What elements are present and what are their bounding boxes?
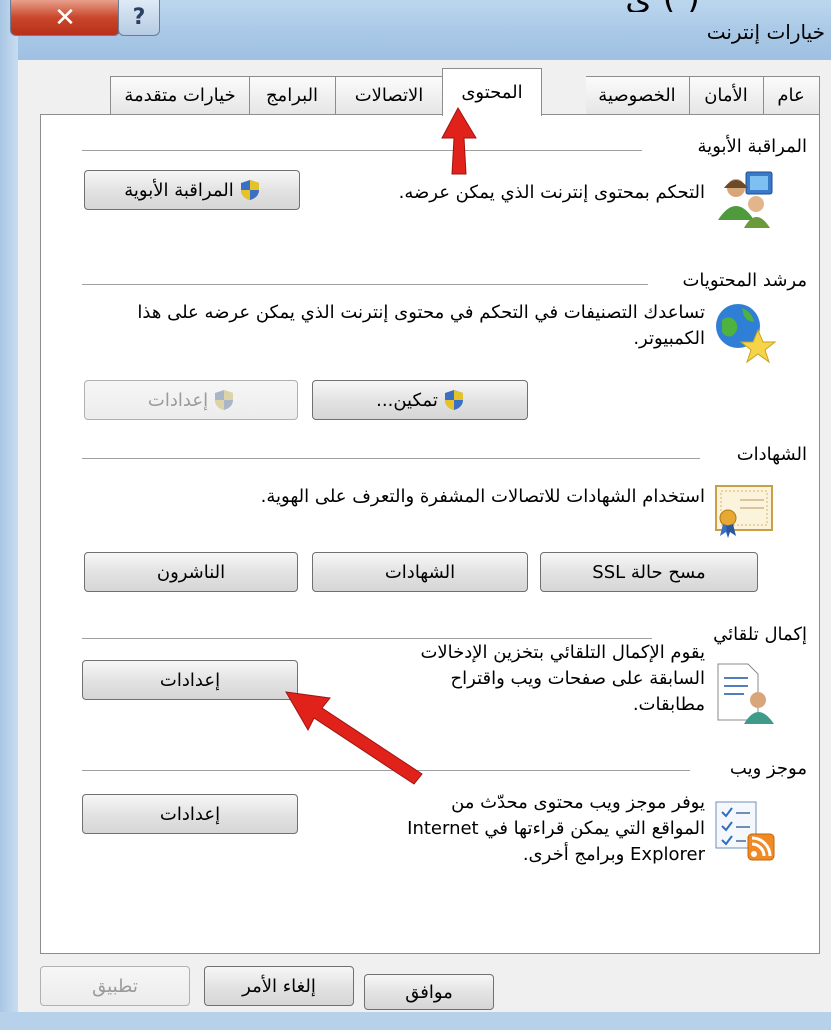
publishers-button[interactable]: الناشرون [84,552,298,592]
certificates-heading: الشهادات [736,444,807,465]
help-icon: ? [132,5,146,30]
certificates-separator [82,458,700,459]
certificates-button[interactable]: الشهادات [312,552,528,592]
parental-controls-button[interactable]: المراقبة الأبوية [84,170,300,210]
feeds-heading: موجز ويب [729,758,807,779]
ok-button[interactable]: موافق [364,974,494,1010]
advisor-separator [82,284,648,285]
feeds-description: يوفر موجز ويب محتوى محدّث من المواقع الت… [407,792,705,865]
certificate-icon [715,485,773,538]
window-frame-left [0,0,18,1030]
cancel-button[interactable]: إلغاء الأمر [204,966,354,1006]
window-frame-bottom [0,1012,831,1030]
help-button[interactable]: ? [118,0,160,36]
feeds-settings-button[interactable]: إعدادات [82,794,298,834]
clear-ssl-state-button[interactable]: مسح حالة SSL [540,552,758,592]
advisor-heading: مرشد المحتويات [682,270,807,291]
parental-separator [82,150,642,151]
parental-heading: المراقبة الأبوية [697,136,807,157]
autocomplete-heading: إكمال تلقائي [713,624,807,645]
tab-security[interactable]: الأمان [688,76,764,114]
autocomplete-description: يقوم الإكمال التلقائي بتخزين الإدخالات ا… [420,642,705,715]
tab-content[interactable]: المحتوى [442,68,542,116]
advisor-settings-button[interactable]: إعدادات [84,380,298,420]
autocomplete-settings-button[interactable]: إعدادات [82,660,298,700]
tab-privacy[interactable]: الخصوصية [584,76,690,114]
certificates-description: استخدام الشهادات للاتصالات المشفرة والتع… [260,486,705,507]
close-button[interactable]: ✕ [10,0,120,36]
tab-programs[interactable]: البرامج [248,76,336,114]
parental-controls-label: المراقبة الأبوية [124,179,234,201]
close-icon: ✕ [54,2,76,33]
window-title: خيارات إنترنت [706,20,825,44]
advisor-enable-button[interactable]: تمكين... [312,380,528,420]
advisor-enable-label: تمكين... [376,389,438,411]
tab-connections[interactable]: الاتصالات [334,76,444,114]
uac-shield-icon [240,180,259,200]
tab-advanced[interactable]: خيارات متقدمة [110,76,250,114]
globe-star-icon [716,304,776,364]
tab-gap [542,76,586,114]
uac-shield-icon [215,390,234,410]
advisor-settings-label: إعدادات [147,389,209,411]
parental-description: التحكم بمحتوى إنترنت الذي يمكن عرضه. [398,182,705,203]
autocomplete-separator [82,638,652,639]
tab-general[interactable]: عام [762,76,820,114]
document-user-icon [717,663,774,724]
feeds-separator [82,770,690,771]
uac-shield-icon [444,390,463,410]
feed-icon [715,801,775,861]
cropped-caption-text: ( ) ي [370,0,700,12]
users-icon [718,171,773,228]
apply-button[interactable]: تطبيق [40,966,190,1006]
advisor-description: تساعدك التصنيفات في التحكم في محتوى إنتر… [137,302,705,349]
